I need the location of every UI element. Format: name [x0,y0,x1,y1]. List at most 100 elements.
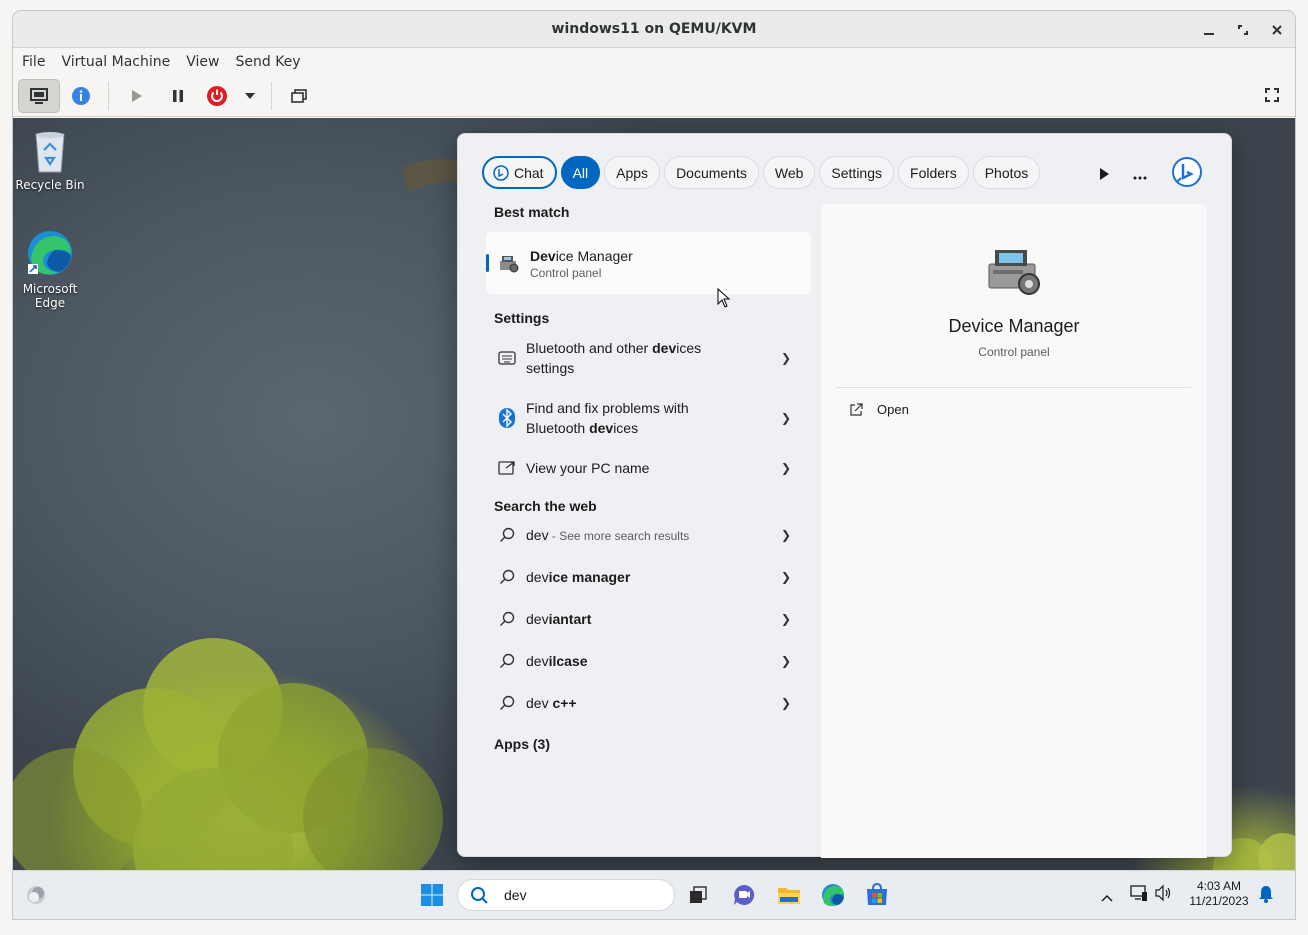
web-item-devilcase[interactable]: devilcase ❯ [486,640,811,682]
widgets-button[interactable] [25,885,47,909]
chevron-down-icon [245,92,255,99]
web-item-deviantart[interactable]: deviantart ❯ [486,598,811,640]
shutdown-menu-button[interactable] [235,79,265,113]
preview-title: Device Manager [948,316,1080,336]
chevron-right-icon: ❯ [780,696,791,710]
taskbar-search-box[interactable]: dev [457,879,675,911]
console-view-button[interactable] [18,78,60,113]
network-button[interactable] [1130,884,1148,906]
bing-chat-icon [493,164,509,181]
tray-overflow-button[interactable] [1101,887,1113,906]
menu-bar: File Virtual Machine View Send Key [13,48,1295,75]
teams-chat-button[interactable] [732,883,756,911]
info-icon [72,86,90,105]
edge-icon [822,884,844,907]
clock[interactable]: 4:03 AM 11/21/2023 [1183,879,1255,909]
tab-apps[interactable]: Apps [604,156,661,189]
tab-settings[interactable]: Settings [819,156,895,189]
search-filter-tabs: Chat All Apps Documents Web Settings Fol… [482,156,1041,189]
web-header: Search the web [494,498,597,514]
tab-web[interactable]: Web [762,156,816,189]
menu-send-key[interactable]: Send Key [235,54,300,70]
preview-divider [837,387,1191,388]
menu-file[interactable]: File [22,54,45,70]
preview-pane: Device Manager Control panel Open [821,204,1207,858]
tab-documents[interactable]: Documents [664,156,759,189]
bell-icon [1259,886,1273,903]
search-icon [471,887,488,904]
device-manager-icon [500,256,519,273]
edge-icon [28,231,72,275]
task-view-button[interactable] [689,886,707,908]
search-icon [500,653,515,668]
store-button[interactable] [865,882,889,911]
maximize-button[interactable] [1235,22,1251,38]
taskbar-search-text: dev [504,887,527,903]
tab-all[interactable]: All [560,156,601,189]
minimize-button[interactable] [1201,22,1217,38]
tab-chat[interactable]: Chat [482,156,557,189]
play-icon [132,89,142,102]
clock-time: 4:03 AM [1196,879,1242,893]
play-arrow-icon [1100,167,1109,180]
chevron-right-icon: ❯ [780,612,791,626]
best-match-header: Best match [494,204,570,220]
search-panel: Chat All Apps Documents Web Settings Fol… [457,133,1232,858]
toolbar-separator [271,81,272,110]
volume-button[interactable] [1154,884,1172,906]
settings-item-bluetooth-troubleshoot[interactable]: Find and fix problems with Bluetooth devi… [486,388,811,448]
window-title: windows11 on QEMU/KVM [551,21,757,37]
open-action[interactable]: Open [849,402,1207,417]
pause-icon [173,89,183,102]
run-button[interactable] [115,79,157,113]
settings-header: Settings [494,310,550,326]
web-item-dev-cpp[interactable]: dev c++ ❯ [486,682,811,724]
taskbar: dev 4:03 AM 11/21/2023 [13,870,1295,919]
pause-button[interactable] [157,79,199,113]
fullscreen-icon [1265,88,1279,102]
bluetooth-devices-icon [498,351,516,365]
more-options-button[interactable] [1133,165,1147,184]
file-explorer-button[interactable] [777,884,801,910]
desktop-icon-recycle-bin[interactable]: Recycle Bin [13,128,87,192]
recycle-bin-icon [35,132,65,173]
chevron-right-icon: ❯ [780,528,791,542]
results-list: Best match Device Manager Control panel … [486,204,811,752]
shutdown-button[interactable] [199,79,235,113]
edge-taskbar-button[interactable] [821,883,845,911]
open-external-icon [850,402,863,416]
settings-item-view-pc-name[interactable]: View your PC name ❯ [486,448,811,488]
fullscreen-button[interactable] [1265,87,1279,106]
tab-photos[interactable]: Photos [972,156,1041,189]
best-match-item[interactable]: Device Manager Control panel [486,232,811,294]
preview-subtitle: Control panel [978,345,1050,359]
pc-name-icon [498,461,515,475]
mouse-cursor [717,288,731,308]
chevron-right-icon: ❯ [780,411,791,425]
settings-item-bluetooth-devices[interactable]: Bluetooth and other devices settings ❯ [486,328,811,388]
menu-view[interactable]: View [186,54,219,70]
start-button[interactable] [421,884,443,910]
tab-label: Folders [910,164,957,181]
web-item-device-manager[interactable]: device manager ❯ [486,556,811,598]
title-bar: windows11 on QEMU/KVM [13,11,1295,48]
network-icon [1130,885,1147,901]
device-manager-large-icon [988,250,1040,295]
desktop-icon-microsoft-edge[interactable]: Microsoft Edge [13,228,87,310]
tab-label: Chat [514,164,544,181]
more-tabs-button[interactable] [1099,165,1109,184]
tab-label: Web [774,164,804,181]
selection-accent [486,254,489,272]
snapshots-button[interactable] [278,79,320,113]
tab-label: Documents [676,164,747,181]
web-item-dev[interactable]: dev - See more search results ❯ [486,514,811,556]
close-button[interactable] [1269,22,1285,38]
notifications-button[interactable] [1258,885,1274,907]
chevron-up-icon [1101,894,1113,902]
details-button[interactable] [60,79,102,113]
apps-header[interactable]: Apps (3) [494,736,811,752]
menu-virtual-machine[interactable]: Virtual Machine [61,54,170,70]
bing-button[interactable] [1171,156,1203,192]
desktop-icon-label: Microsoft Edge [22,282,78,310]
tab-folders[interactable]: Folders [898,156,969,189]
